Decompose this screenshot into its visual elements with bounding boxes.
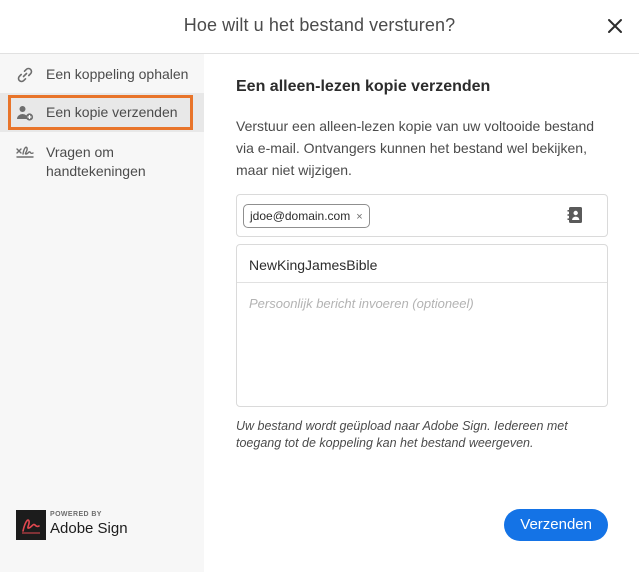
sidebar-item-label: Een koppeling ophalen [46,66,189,82]
address-book-icon[interactable] [567,206,583,224]
sidebar-item-send-copy[interactable]: Een kopie verzenden [0,93,204,132]
brand-name: Adobe Sign [50,520,128,537]
add-person-icon [17,106,34,121]
subject-field[interactable]: NewKingJamesBible [237,245,607,283]
message-input[interactable]: Persoonlijk bericht invoeren (optioneel) [249,296,474,311]
signature-icon [16,146,34,158]
sidebar-item-label: Vragen om handtekeningen [46,144,146,179]
send-file-dialog: Hoe wilt u het bestand versturen? Een ko… [0,0,639,572]
close-icon[interactable] [605,16,625,36]
recipient-chip[interactable]: jdoe@domain.com × [243,204,370,228]
sidebar-item-request-signatures[interactable]: Vragen om handtekeningen [0,143,204,189]
recipients-field[interactable]: jdoe@domain.com × [236,194,608,237]
send-button[interactable]: Verzenden [504,509,608,541]
dialog-header: Hoe wilt u het bestand versturen? [0,0,639,54]
upload-notice: Uw bestand wordt geüpload naar Adobe Sig… [236,419,568,450]
recipient-email: jdoe@domain.com [250,209,351,223]
link-icon [17,67,33,83]
adobe-sign-logo [16,510,46,540]
message-box: NewKingJamesBible Persoonlijk bericht in… [236,244,608,407]
powered-by-label: POWERED BY [50,511,102,518]
dialog-title: Hoe wilt u het bestand versturen? [183,15,456,35]
remove-recipient-icon[interactable]: × [356,211,362,223]
sidebar: Een koppeling ophalen Een kopie verzende… [0,54,204,572]
main-panel: Een alleen-lezen kopie verzenden Verstuu… [236,54,608,572]
section-description: Verstuur een alleen-lezen kopie van uw v… [236,118,595,178]
section-title: Een alleen-lezen kopie verzenden [236,78,491,95]
sidebar-item-label: Een kopie verzenden [46,104,178,120]
